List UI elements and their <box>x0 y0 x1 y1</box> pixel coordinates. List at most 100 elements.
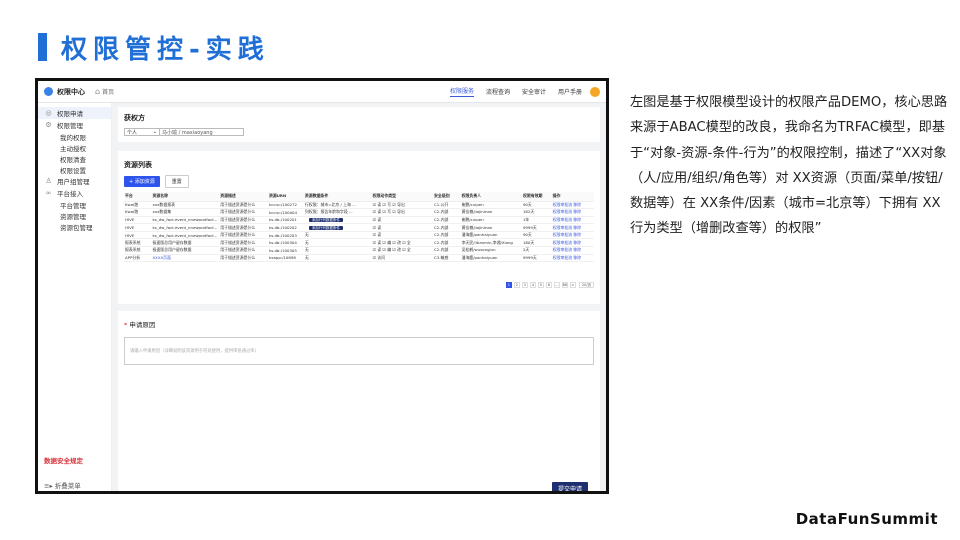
sidebar-item[interactable]: ∞ 平台接入 <box>38 187 111 199</box>
cell-text: 报表系统 <box>125 247 141 253</box>
table-cell[interactable]: 权限审批流 移除 <box>551 216 594 225</box>
table-cell[interactable]: 权限审批流 移除 <box>551 231 594 240</box>
table-cell: 报表系统 <box>124 238 152 248</box>
table-cell: 用于描述资源是什么 <box>219 201 268 210</box>
table-cell: 极速版总用户留存数据 <box>151 238 220 248</box>
user-avatar[interactable] <box>590 86 600 97</box>
cell-text: APP分析 <box>125 254 141 260</box>
table-cell: HIVE <box>124 223 152 232</box>
table-cell: xxx数据报表 <box>151 201 220 210</box>
cell-text: Kwai跑 <box>125 209 139 215</box>
page-button[interactable]: 5 <box>537 282 544 289</box>
top-nav-item[interactable]: 权限服务 <box>449 86 474 97</box>
page-button[interactable]: 3 <box>521 282 528 289</box>
cell-text: 潘海鹿/panhaiyuan <box>461 254 498 260</box>
reason-textarea[interactable]: 请输入申请原因（详细说明该资源用于何处使用，提供审批通过率） <box>124 337 594 366</box>
table-row: 报表系统 极速版总用户留存数据 用于描述资源是什么 ks.db:/100304 无 ☑ 读… <box>124 238 594 248</box>
table-cell: 无 <box>303 246 372 255</box>
cell-text: 用于描述资源是什么 <box>220 201 256 207</box>
cell-text: 崔鹏/cuipen <box>461 216 484 222</box>
table-cell: 崔鹏/cuipen <box>460 216 522 225</box>
fold-menu-button[interactable]: ≡▸ 折叠菜单 <box>44 480 81 490</box>
table-cell[interactable]: 权限审批流 移除 <box>551 201 594 210</box>
sidebar-subitem[interactable]: 平台管理 <box>38 199 111 210</box>
sidebar-item[interactable]: ◎ 权限申请 <box>38 107 111 119</box>
title-accent-bar <box>38 33 47 61</box>
cell-text: ☑ 读 <box>372 216 382 222</box>
sidebar-subitem[interactable]: 主动授权 <box>38 142 111 153</box>
table-row: HIVE ks_dw_fact.event_nnewprotfact... 用于描述… <box>124 231 594 240</box>
sidebar-subitem[interactable]: 权限清查 <box>38 153 111 164</box>
applicant-input[interactable]: 马小瑜 / maxiaoyang <box>160 128 244 136</box>
cell-text: 行权限：城市=北京 / 上海 ... <box>304 201 356 207</box>
top-nav-item[interactable]: 用户手册 <box>558 87 582 97</box>
cell-text: 李天民/litianmin,李湘/Xiang <box>461 239 513 245</box>
cell-text: 用于描述资源是什么 <box>220 224 256 230</box>
sidebar-subitem[interactable]: 我的权限 <box>38 131 111 142</box>
table-row: HIVE ks_dw_fact.event_nnewprotfact... 用于描述… <box>124 223 594 232</box>
table-header: 资源数据条件 <box>303 192 372 202</box>
page-button[interactable]: 1 <box>505 282 512 289</box>
cell-text: 182天 <box>522 209 535 215</box>
table-cell: 9999天 <box>521 254 552 263</box>
table-cell: C2-内部 <box>433 246 461 255</box>
sidebar-item-label: 权限管理 <box>57 122 83 130</box>
table-cell: C1-公开 <box>433 201 461 210</box>
breadcrumb[interactable]: 首页 <box>102 87 114 96</box>
cell-text: ☑ 读 <box>372 224 382 230</box>
add-condition-button[interactable]: 添加行列数据条件 <box>308 225 343 230</box>
page-size-select[interactable]: 20/页 <box>578 282 594 289</box>
table-cell: C3-敏感 <box>433 254 461 263</box>
cell-text: C3-敏感 <box>434 254 449 260</box>
cell-text: 权限审批流 移除 <box>552 224 582 230</box>
page-button[interactable]: 6 <box>545 282 552 289</box>
table-cell: 用于描述资源是什么 <box>219 238 268 248</box>
table-cell[interactable]: 权限审批流 移除 <box>551 223 594 232</box>
sidebar-item[interactable]: ♙ 用户组管理 <box>38 175 111 187</box>
table-header: 操作 <box>551 192 594 202</box>
pagination: 1 2 3 4 5 6… 88 >20/页 <box>124 282 594 289</box>
table-cell: 列权限：报告年龄和字段 ... <box>303 208 372 217</box>
page-button[interactable]: 2 <box>513 282 520 289</box>
cell-text: C2-内部 <box>434 232 449 238</box>
cell-text: ks.db:/100304 <box>268 240 297 246</box>
cell-text: 潘海鹿/panhaiyuan <box>461 232 498 238</box>
table-cell: ks.db:/100304 <box>267 238 304 248</box>
sidebar-item[interactable]: ⚙ 权限管理 <box>38 119 111 131</box>
sidebar-subitem[interactable]: 权限设置 <box>38 164 111 175</box>
reset-button[interactable]: 重置 <box>164 175 189 188</box>
table-cell[interactable]: 权限审批流 移除 <box>551 238 594 248</box>
table-cell[interactable]: 权限审批流 移除 <box>551 208 594 217</box>
table-cell: ks.db:/100305 <box>267 246 304 255</box>
page-button[interactable]: 88 <box>561 282 568 289</box>
cell-text: 用于描述资源是什么 <box>220 232 256 238</box>
submit-button[interactable]: 提交申请 <box>551 482 588 491</box>
table-cell: ks_dw_fact.event_nnewprotfact... <box>151 216 220 225</box>
table-cell: 李天民/litianmin,李湘/Xiang <box>460 238 522 248</box>
table-cell[interactable]: 权限审批流 移除 <box>551 246 594 255</box>
table-cell: 用于描述资源是什么 <box>219 246 268 255</box>
cell-text: kccrp:/100272 <box>268 202 298 208</box>
table-row: APP分析 XXXX页面 用于描述资源是什么 kxapp:/10898 无 ☑ 访问 C3-… <box>124 254 594 263</box>
top-nav-item[interactable]: 流程查询 <box>486 87 510 97</box>
page-button[interactable]: 4 <box>529 282 536 289</box>
sidebar-subitem[interactable]: 资源管理 <box>38 210 111 221</box>
cell-text: 用于描述资源是什么 <box>220 209 256 215</box>
top-nav-item[interactable]: 安全审计 <box>522 87 546 97</box>
cell-text: C2-内部 <box>434 224 449 230</box>
add-condition-button[interactable]: 添加行列数据条件 <box>308 217 343 222</box>
table-cell[interactable]: 权限审批流 移除 <box>551 254 594 263</box>
home-icon[interactable]: ⌂ <box>95 87 100 96</box>
table-cell: C2-内部 <box>433 231 461 240</box>
page-button[interactable]: > <box>569 282 576 289</box>
table-cell: APP分析 <box>124 254 152 263</box>
data-safety-link[interactable]: 数据安全规定 <box>44 455 83 465</box>
applicant-type-select[interactable]: 个人 ⌄ <box>124 128 160 136</box>
table-header: 权限负责人 <box>460 192 522 202</box>
table-cell: 黄佳楠/jiajinman <box>460 223 522 232</box>
sidebar-subitem[interactable]: 资源包管理 <box>38 221 111 232</box>
table-cell: 用于描述资源是什么 <box>219 208 268 217</box>
page-button[interactable]: … <box>553 282 560 289</box>
cell-text: 无 <box>304 247 309 253</box>
add-resource-button[interactable]: + 添加资源 <box>124 176 160 187</box>
